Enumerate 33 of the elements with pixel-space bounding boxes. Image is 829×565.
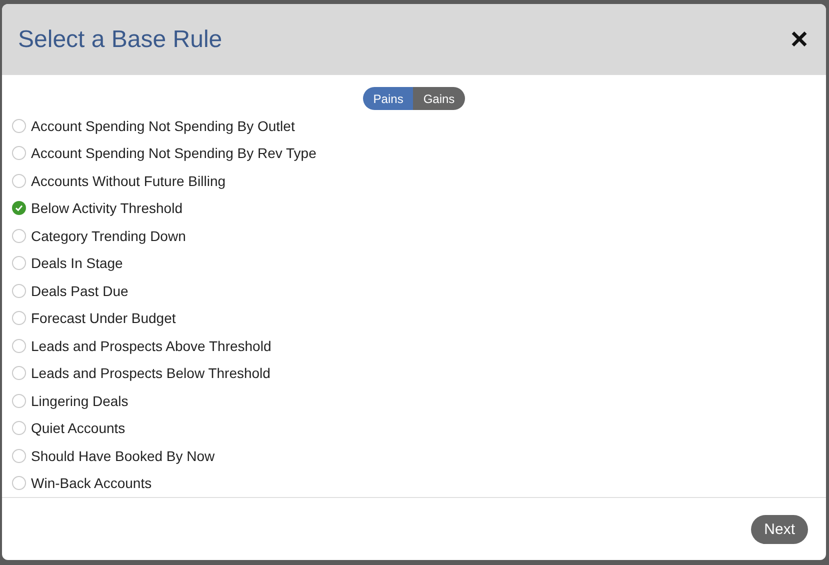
next-button[interactable]: Next [751, 514, 808, 544]
toggle-tab[interactable]: Pains [363, 87, 414, 110]
rule-label: Account Spending Not Spending By Outlet [31, 118, 295, 134]
dialog-title: Select a Base Rule [18, 26, 222, 54]
rule-label: Category Trending Down [31, 228, 186, 244]
rule-label: Deals Past Due [31, 282, 128, 299]
radio-button[interactable] [12, 146, 26, 160]
radio-button[interactable] [12, 174, 26, 188]
radio-button[interactable] [12, 448, 26, 463]
radio-button[interactable] [12, 311, 26, 326]
close-button[interactable]: × [790, 24, 808, 54]
rule-label: Leads and Prospects Above Threshold [31, 338, 272, 354]
rule-label: Win-Back Accounts [31, 475, 152, 492]
rule-label: Deals In Stage [31, 255, 123, 272]
checked-radio-icon[interactable] [12, 201, 26, 216]
toggle-tab[interactable]: Gains [413, 87, 465, 110]
rule-label: Accounts Without Future Billing [31, 172, 226, 189]
rule-label: Forecast Under Budget [31, 310, 176, 326]
rule-label: Account Spending Not Spending By Rev Type [31, 145, 316, 162]
rule-label: Lingering Deals [31, 392, 128, 409]
rule-label: Should Have Booked By Now [31, 448, 215, 464]
radio-button[interactable] [12, 366, 26, 380]
rule-label: Quiet Accounts [31, 420, 126, 436]
radio-button[interactable] [12, 476, 26, 490]
rule-label: Leads and Prospects Below Threshold [31, 365, 270, 382]
radio-button[interactable] [12, 394, 26, 408]
radio-button[interactable] [12, 118, 26, 133]
radio-button[interactable] [12, 228, 26, 243]
radio-button[interactable] [12, 338, 26, 353]
radio-button[interactable] [12, 284, 26, 298]
radio-button[interactable] [12, 421, 26, 436]
rule-label: Below Activity Threshold [31, 200, 182, 216]
radio-button[interactable] [12, 256, 26, 270]
